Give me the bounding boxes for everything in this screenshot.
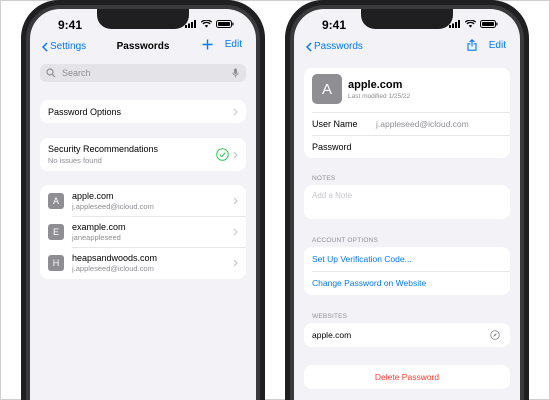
phone-password-detail: 9:41 Passwords Edit A apple.com Last mod… xyxy=(285,0,529,400)
account-header-card: A apple.com Last modified 1/25/22 User N… xyxy=(304,68,510,158)
password-options-row[interactable]: Password Options xyxy=(40,100,246,123)
change-password-row[interactable]: Change Password on Website xyxy=(304,271,510,295)
chevron-right-icon xyxy=(233,151,238,158)
notes-placeholder: Add a Note xyxy=(312,190,353,200)
chevron-left-icon xyxy=(306,41,312,52)
security-subtitle: No issues found xyxy=(48,156,102,165)
compass-icon[interactable] xyxy=(490,330,500,340)
notes-card: Add a Note xyxy=(304,185,510,219)
account-site: example.com xyxy=(72,221,126,232)
add-icon[interactable] xyxy=(202,39,213,50)
account-user: janeappleseed xyxy=(72,232,121,242)
password-options-card: Password Options xyxy=(40,100,246,123)
wifi-icon xyxy=(201,20,212,28)
chevron-right-icon xyxy=(233,259,238,267)
list-item[interactable]: A apple.com j.appleseed@icloud.com xyxy=(40,185,246,216)
search-bar[interactable] xyxy=(40,64,246,82)
navigation-bar: Settings Passwords Edit xyxy=(30,39,256,59)
back-button[interactable]: Settings xyxy=(42,41,86,52)
chevron-right-icon xyxy=(233,108,238,115)
status-time: 9:41 xyxy=(58,18,83,32)
delete-password-button[interactable]: Delete Password xyxy=(304,365,510,389)
accounts-list: A apple.com j.appleseed@icloud.com E exa… xyxy=(40,185,246,279)
status-bar: 9:41 xyxy=(294,9,520,37)
notes-field[interactable]: Add a Note xyxy=(304,185,510,205)
back-label: Passwords xyxy=(314,41,363,52)
delete-password-label: Delete Password xyxy=(374,372,440,382)
username-label: User Name xyxy=(312,118,358,129)
account-header-text: apple.com Last modified 1/25/22 xyxy=(348,79,410,100)
account-header: A apple.com Last modified 1/25/22 xyxy=(304,68,510,110)
security-recommendations-row[interactable]: Security Recommendations No issues found xyxy=(40,138,246,171)
account-avatar: H xyxy=(48,255,64,271)
battery-icon xyxy=(480,20,498,28)
account-avatar: A xyxy=(48,192,64,209)
edit-button[interactable]: Edit xyxy=(489,40,506,51)
setup-verification-row[interactable]: Set Up Verification Code... xyxy=(304,247,510,271)
security-card: Security Recommendations No issues found xyxy=(40,138,246,171)
account-text: heapsandwoods.com j.appleseed@icloud.com xyxy=(72,253,157,273)
list-item[interactable]: H heapsandwoods.com j.appleseed@icloud.c… xyxy=(40,247,246,279)
status-bar: 9:41 xyxy=(30,9,256,37)
account-site: apple.com xyxy=(72,190,114,201)
wifi-icon xyxy=(465,20,476,28)
account-text: example.com janeappleseed xyxy=(72,222,126,242)
back-button[interactable]: Passwords xyxy=(306,41,363,52)
status-icons xyxy=(449,20,498,28)
delete-card: Delete Password xyxy=(304,365,510,389)
account-options-card: Set Up Verification Code... Change Passw… xyxy=(304,247,510,295)
username-row[interactable]: User Name j.appleseed@icloud.com xyxy=(304,112,510,135)
status-time: 9:41 xyxy=(322,18,347,32)
websites-header: WEBSITES xyxy=(312,313,348,320)
back-label: Settings xyxy=(50,41,87,52)
security-text: Security Recommendations No issues found xyxy=(48,144,158,165)
notes-header: NOTES xyxy=(312,175,336,182)
password-label: Password xyxy=(312,141,352,152)
nav-actions: Edit xyxy=(202,39,242,50)
screen: 9:41 Settings Passwords Edit Search Pass… xyxy=(30,9,256,400)
checkmark-circle-icon xyxy=(216,148,229,161)
search-input[interactable] xyxy=(60,67,214,79)
nav-actions: Edit xyxy=(467,39,506,51)
notch xyxy=(361,9,453,29)
edit-button[interactable]: Edit xyxy=(225,39,242,50)
battery-icon xyxy=(216,20,234,28)
account-site-title: apple.com xyxy=(348,78,403,91)
password-row[interactable]: Password xyxy=(304,135,510,158)
chevron-right-icon xyxy=(233,197,238,204)
security-title: Security Recommendations xyxy=(48,144,159,154)
chevron-right-icon xyxy=(233,228,238,235)
account-options-header: ACCOUNT OPTIONS xyxy=(312,237,379,244)
navigation-bar: Passwords Edit xyxy=(294,39,520,59)
account-user: j.appleseed@icloud.com xyxy=(72,201,154,211)
microphone-icon[interactable] xyxy=(232,68,239,78)
signal-icon xyxy=(185,20,196,28)
last-modified: Last modified 1/25/22 xyxy=(348,92,411,100)
signal-icon xyxy=(449,20,460,28)
search-icon xyxy=(46,68,56,78)
username-value[interactable]: j.appleseed@icloud.com xyxy=(376,119,469,129)
notch xyxy=(97,9,189,29)
account-site: heapsandwoods.com xyxy=(72,253,158,263)
list-item[interactable]: E example.com janeappleseed xyxy=(40,216,246,247)
account-avatar: E xyxy=(48,223,64,240)
setup-verification-link[interactable]: Set Up Verification Code... xyxy=(312,254,412,264)
password-options-label: Password Options xyxy=(48,106,122,117)
websites-card: apple.com xyxy=(304,323,510,347)
account-user: j.appleseed@icloud.com xyxy=(72,264,154,273)
account-text: apple.com j.appleseed@icloud.com xyxy=(72,191,154,211)
website-row[interactable]: apple.com xyxy=(304,323,510,347)
share-icon[interactable] xyxy=(467,39,477,51)
change-password-link[interactable]: Change Password on Website xyxy=(312,278,426,288)
screen: 9:41 Passwords Edit A apple.com Last mod… xyxy=(294,9,520,400)
chevron-left-icon xyxy=(42,41,48,52)
account-avatar: A xyxy=(312,74,342,104)
website-label: apple.com xyxy=(312,330,352,340)
status-icons xyxy=(185,20,234,28)
phone-passwords-list: 9:41 Settings Passwords Edit Search Pass… xyxy=(21,0,265,400)
